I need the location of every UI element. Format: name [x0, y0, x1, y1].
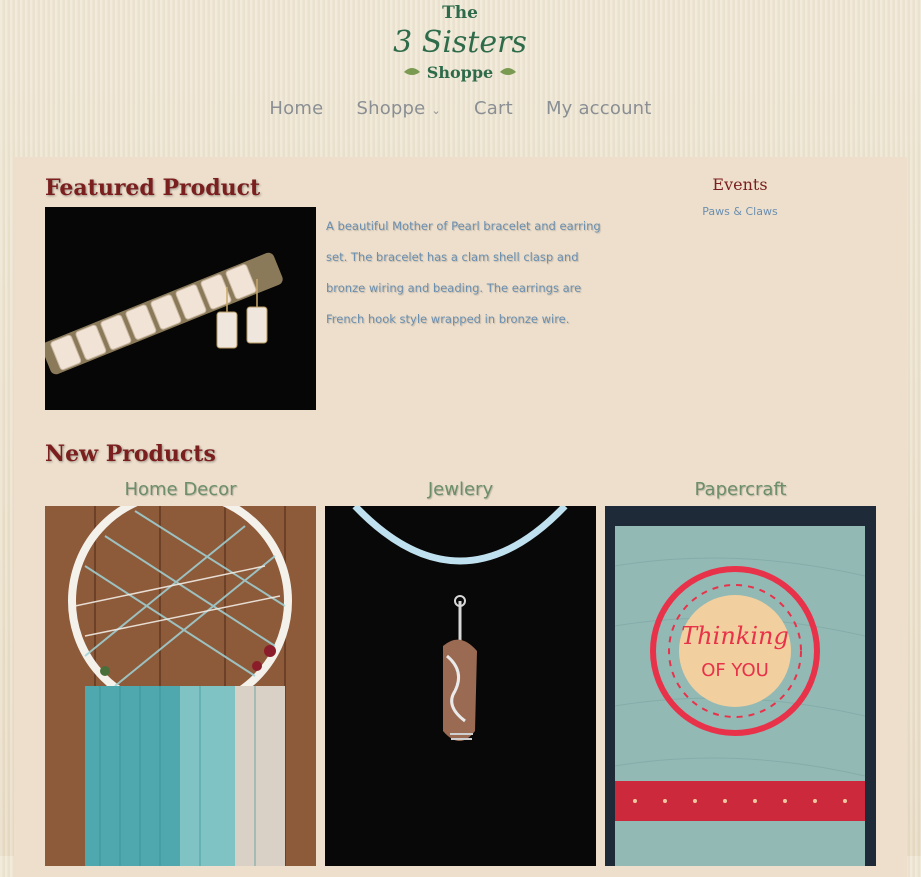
- featured-description: A beautiful Mother of Pearl bracelet and…: [326, 219, 601, 326]
- product-label-jewlery[interactable]: Jewlery: [325, 479, 596, 500]
- product-label-home-decor[interactable]: Home Decor: [45, 479, 316, 500]
- home-decor-image[interactable]: [45, 506, 316, 866]
- product-label-papercraft[interactable]: Papercraft: [605, 479, 876, 500]
- site-header: The 3 Sisters Shoppe Home Shoppe ⌄ Cart M…: [0, 0, 921, 157]
- logo-flourish-left: [404, 68, 420, 75]
- logo-bottom-text: Shoppe: [427, 63, 493, 82]
- site-logo[interactable]: The 3 Sisters Shoppe: [390, 0, 530, 84]
- nav-cart[interactable]: Cart: [474, 98, 513, 119]
- chevron-down-icon: ⌄: [431, 104, 441, 117]
- featured-product-image[interactable]: [45, 207, 316, 410]
- events-title: Events: [712, 175, 768, 194]
- logo-mid-text: 3 Sisters: [393, 25, 527, 60]
- nav-shoppe-label: Shoppe: [356, 98, 426, 119]
- logo-flourish-right: [500, 68, 516, 75]
- nav-home[interactable]: Home: [269, 98, 323, 119]
- card-text-thinking: Thinking: [681, 622, 789, 650]
- main-content: Featured Product A beautiful Mother of P…: [14, 157, 907, 877]
- card-text-of-you: OF YOU: [701, 660, 769, 681]
- jewlery-image[interactable]: [325, 506, 596, 866]
- nav-shoppe[interactable]: Shoppe ⌄: [356, 98, 440, 119]
- new-products-title: New Products: [45, 441, 216, 467]
- events-link-paws-claws[interactable]: Paws & Claws: [674, 205, 806, 218]
- papercraft-image[interactable]: Thinking OF YOU: [605, 506, 876, 866]
- nav-my-account[interactable]: My account: [546, 98, 652, 119]
- featured-title: Featured Product: [45, 175, 261, 201]
- logo-top-text: The: [442, 3, 478, 23]
- main-nav: Home Shoppe ⌄ Cart My account: [0, 98, 921, 128]
